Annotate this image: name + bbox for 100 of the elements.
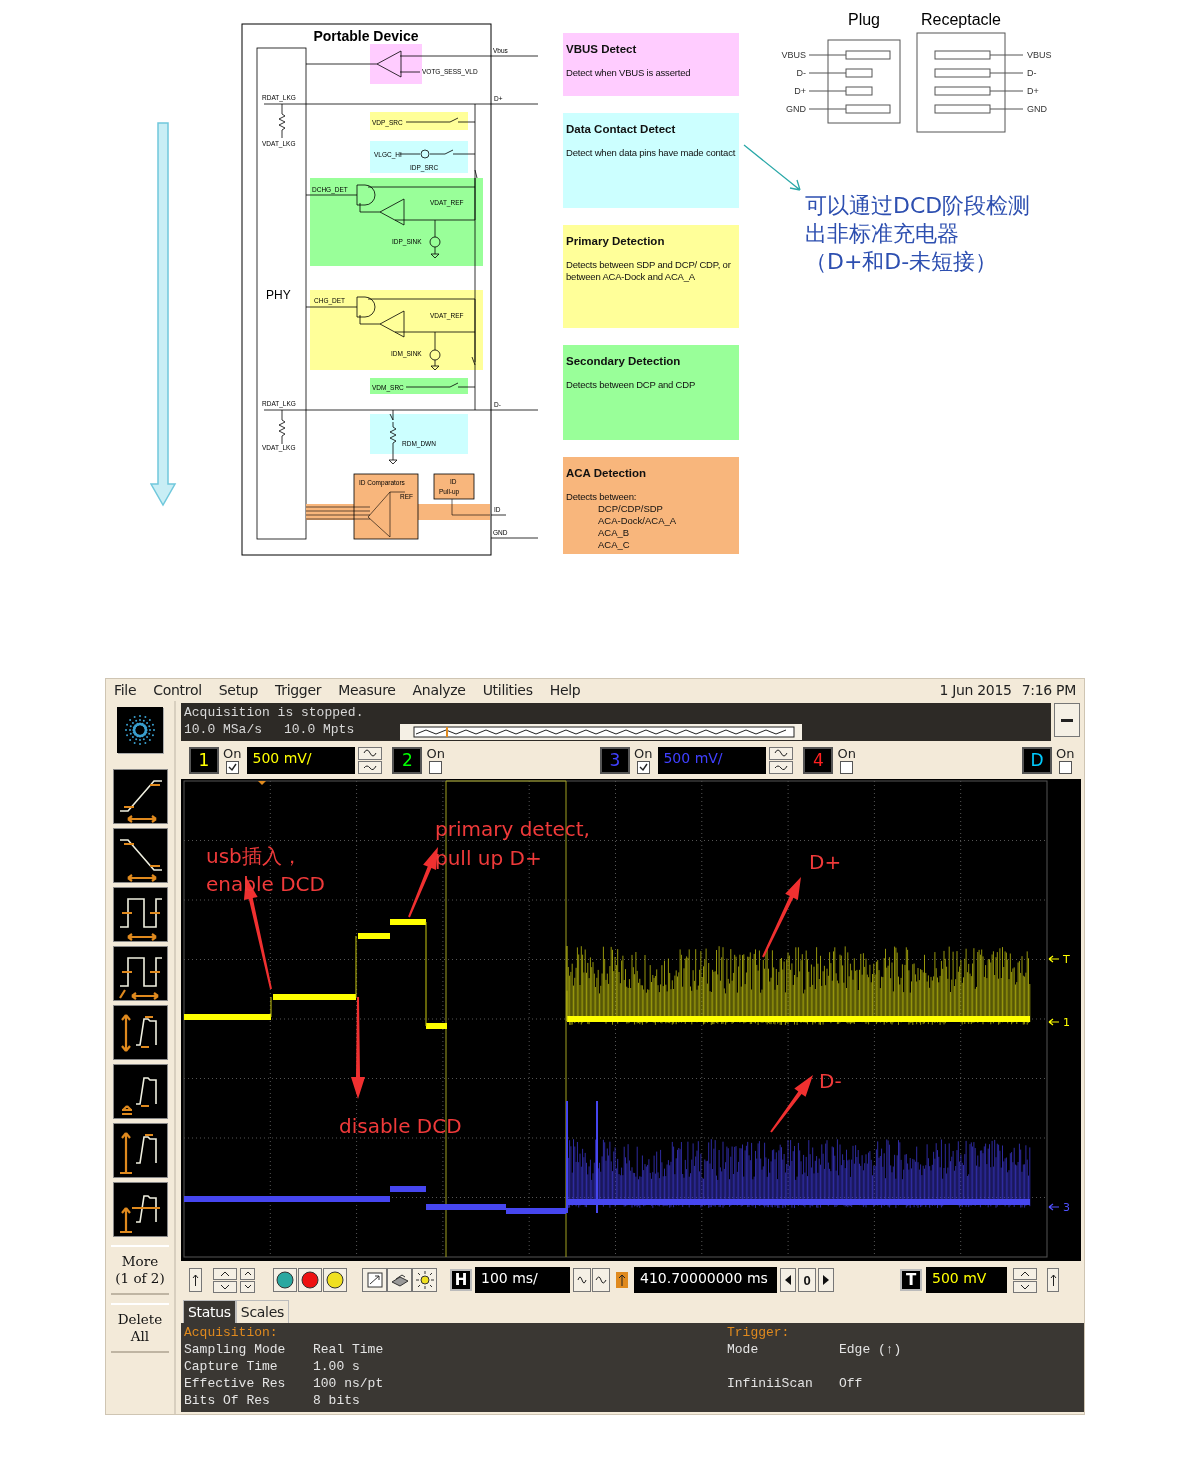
- pin-label: D-: [1027, 68, 1037, 78]
- down-caret-icon: [1020, 1283, 1030, 1290]
- on-label: On: [223, 746, 242, 761]
- sidebar-button[interactable]: More (1 of 2): [111, 1245, 169, 1295]
- right-button[interactable]: [818, 1268, 834, 1292]
- menu-item[interactable]: Trigger: [275, 682, 322, 698]
- sample-rate: 10.0 MSa/s: [184, 721, 262, 738]
- coupling-button[interactable]: [358, 760, 383, 774]
- on-label: On: [837, 746, 856, 761]
- coupling-button[interactable]: [769, 760, 794, 774]
- setting-name: Sampling Mode: [184, 1342, 287, 1359]
- annotation-label: primary detect,: [435, 817, 590, 841]
- note-line: 出非标准充电器: [805, 220, 960, 248]
- autoscale-icon: [366, 1272, 383, 1288]
- zoom-button[interactable]: [573, 1268, 591, 1292]
- setting-name: InfiniiScan: [727, 1376, 814, 1393]
- measure-tool-button[interactable]: [112, 1182, 168, 1237]
- menu-item[interactable]: Help: [549, 682, 581, 698]
- run-button[interactable]: [273, 1268, 297, 1292]
- channel-checkbox[interactable]: [429, 761, 443, 774]
- status-message: Acquisition is stopped.: [184, 704, 364, 721]
- section-heading: Trigger:: [727, 1325, 791, 1342]
- channel-checkbox[interactable]: [636, 761, 650, 774]
- printer-icon: [390, 1272, 409, 1288]
- edge-button[interactable]: [1047, 1268, 1059, 1292]
- panel-tab[interactable]: Scales: [235, 1300, 289, 1323]
- trigger-level-field[interactable]: 500 mV: [926, 1267, 1007, 1293]
- menu-item[interactable]: Control: [153, 682, 202, 698]
- down-button[interactable]: [1013, 1280, 1037, 1293]
- pin-label: GND: [786, 104, 806, 114]
- coupling-button[interactable]: [769, 746, 794, 760]
- wave-icon: [363, 763, 378, 771]
- delay-marker-icon: [616, 1272, 628, 1288]
- stop-button[interactable]: [298, 1268, 322, 1292]
- menu-item[interactable]: Setup: [218, 682, 258, 698]
- up-arrow-icon: [1049, 1274, 1057, 1286]
- measure-tool-button[interactable]: [112, 946, 168, 1001]
- setting-value: Off: [839, 1376, 864, 1393]
- pin-label: D+: [794, 86, 806, 96]
- channel-checkbox[interactable]: [225, 761, 239, 774]
- date-label: 1 Jun 2015: [939, 682, 1012, 698]
- left-button[interactable]: [780, 1268, 796, 1292]
- annotation-arrow: [408, 847, 438, 918]
- time-reference-marker: [258, 781, 266, 785]
- section-heading: Acquisition:: [184, 1325, 279, 1342]
- horizontal-button[interactable]: H: [450, 1269, 472, 1291]
- timebase-field[interactable]: 100 ms/: [475, 1267, 570, 1293]
- down-button[interactable]: [240, 1280, 255, 1293]
- brightness-button[interactable]: [412, 1268, 437, 1292]
- wave-icon: [774, 749, 789, 757]
- menu-item[interactable]: File: [114, 682, 137, 698]
- single-button[interactable]: [323, 1268, 347, 1292]
- setting-name: Effective Res: [184, 1376, 287, 1393]
- measure-tool-button[interactable]: [112, 1005, 168, 1060]
- menu-item[interactable]: Analyze: [412, 682, 466, 698]
- step-title: ACA Detection: [566, 467, 648, 479]
- up-button[interactable]: [240, 1267, 255, 1280]
- step-title: Data Contact Detect: [566, 123, 677, 135]
- measure-tool-button[interactable]: [112, 1123, 168, 1178]
- level-marker-icon: [1048, 1203, 1060, 1211]
- pin-label: D+: [1027, 86, 1039, 96]
- autoscale-button[interactable]: [362, 1268, 387, 1292]
- down-caret-icon: [220, 1283, 230, 1290]
- reference-button[interactable]: [189, 1268, 202, 1292]
- delay-field[interactable]: 410.70000000 ms: [634, 1267, 777, 1293]
- channel-checkbox[interactable]: [840, 761, 854, 774]
- measure-tool-button[interactable]: [112, 769, 168, 824]
- channel-checkbox[interactable]: [1058, 761, 1072, 774]
- up-button[interactable]: [1013, 1267, 1037, 1280]
- single-dot-icon: [326, 1271, 344, 1289]
- level-marker-icon: [1048, 1018, 1060, 1026]
- measure-tool-button[interactable]: [112, 1064, 168, 1119]
- wave-button[interactable]: [592, 1268, 610, 1292]
- measure-tool-button[interactable]: [112, 828, 168, 883]
- setting-value: 8 bits: [313, 1393, 361, 1410]
- measure-tool-button[interactable]: [112, 887, 168, 942]
- sidebar-button[interactable]: Delete All: [111, 1303, 169, 1353]
- menu-item[interactable]: Measure: [338, 682, 396, 698]
- menu-item[interactable]: Utilities: [482, 682, 533, 698]
- setting-value: 1.00 s: [313, 1359, 361, 1376]
- sun-icon: [415, 1271, 434, 1289]
- up-button[interactable]: [213, 1267, 237, 1280]
- annotation-arrow: [770, 1075, 813, 1133]
- scale-field[interactable]: 500 mV/: [247, 746, 356, 774]
- minimize-button[interactable]: [1054, 703, 1080, 737]
- pin-label: VBUS: [1027, 50, 1052, 60]
- channel-button[interactable]: 2: [392, 746, 423, 774]
- down-button[interactable]: [213, 1280, 237, 1293]
- trigger-button[interactable]: T: [900, 1269, 922, 1291]
- setting-name: Capture Time: [184, 1359, 279, 1376]
- print-button[interactable]: [387, 1268, 412, 1292]
- channel-button[interactable]: 4: [803, 746, 834, 774]
- panel-tab[interactable]: Status: [183, 1300, 236, 1323]
- logo-icon[interactable]: [117, 707, 163, 753]
- center-button[interactable]: 0: [798, 1268, 816, 1292]
- on-label: On: [426, 746, 445, 761]
- coupling-button[interactable]: [358, 746, 383, 760]
- note-line: （D+和D-未短接）: [805, 248, 999, 276]
- channel-button[interactable]: D: [1021, 746, 1052, 774]
- channel-button[interactable]: 1: [189, 746, 219, 774]
